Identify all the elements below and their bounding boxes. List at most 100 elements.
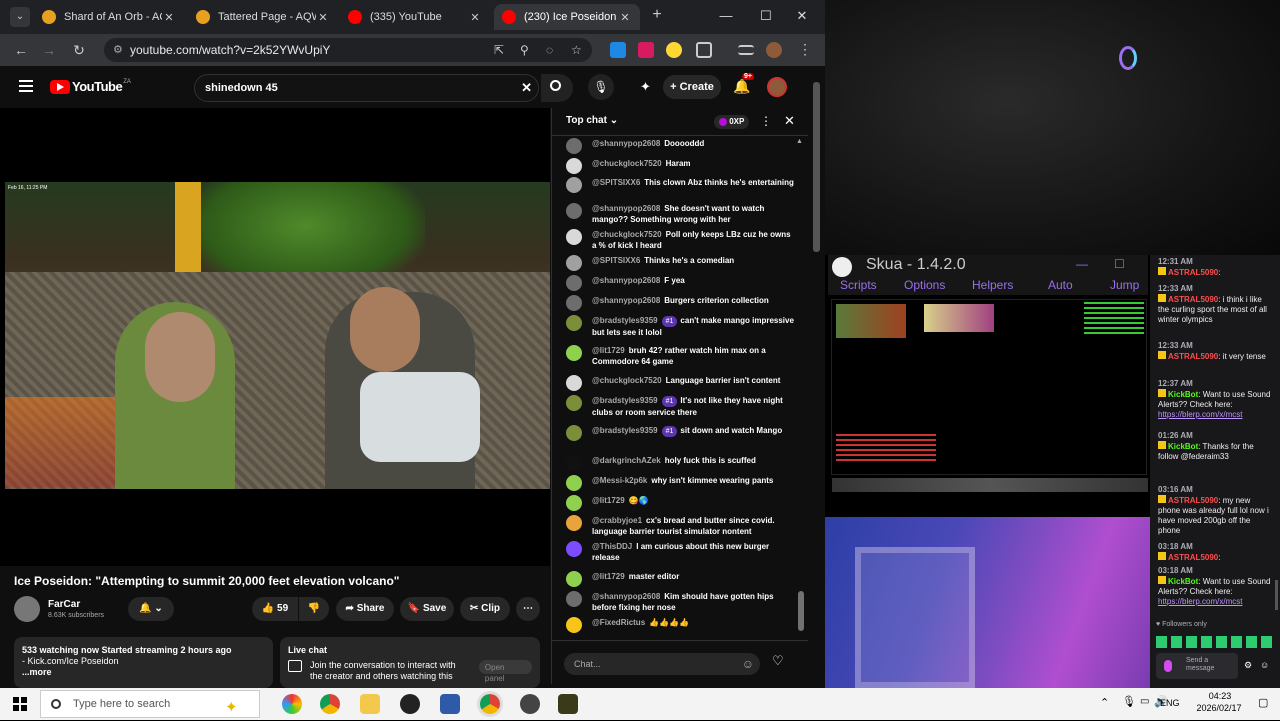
- twitch-username[interactable]: ASTRAL5090: [1168, 295, 1218, 304]
- chat-avatar[interactable]: [566, 295, 582, 311]
- tray-chevron-icon[interactable]: ⌃: [1100, 696, 1109, 709]
- chat-message[interactable]: @crabbyjoe1 cx's bread and butter since c…: [566, 515, 794, 537]
- chat-author[interactable]: @shannypop2608: [592, 139, 660, 148]
- chat-message[interactable]: @chuckglock7520 Language barrier isn't co…: [566, 375, 794, 391]
- chat-users-icon[interactable]: ☺: [1260, 660, 1269, 670]
- search-button[interactable]: [541, 74, 573, 102]
- chrome-active-icon[interactable]: [480, 694, 500, 714]
- skua-minimize-button[interactable]: —: [1076, 257, 1088, 271]
- chat-message[interactable]: @SPITSIXX6 This clown Abz thinks he's ent…: [566, 177, 794, 193]
- chat-menu-icon[interactable]: ⋮: [760, 114, 772, 128]
- chat-avatar[interactable]: [566, 455, 582, 471]
- clear-search-icon[interactable]: ✕: [521, 75, 532, 101]
- twitch-username[interactable]: KickBot: [1168, 577, 1198, 586]
- copilot-icon[interactable]: [282, 694, 302, 714]
- extension-2-icon[interactable]: [638, 42, 654, 58]
- chat-author[interactable]: @ThisDDJ: [592, 542, 632, 551]
- close-tab-icon[interactable]: ✕: [468, 11, 482, 24]
- chat-points-badge[interactable]: 0XP: [714, 115, 750, 129]
- chat-scrollbar[interactable]: [798, 591, 804, 631]
- create-button[interactable]: + Create: [663, 75, 721, 99]
- reload-button[interactable]: ↻: [70, 41, 88, 59]
- gemini-icon[interactable]: ✦: [640, 79, 651, 95]
- chat-message[interactable]: @darkgrinchAZek holy fuck this is scuffed: [566, 455, 794, 471]
- emoji-icon[interactable]: ☺: [742, 653, 754, 675]
- chat-author[interactable]: @shannypop2608: [592, 592, 660, 601]
- chat-author[interactable]: @bradstyles9359: [592, 316, 658, 325]
- file-explorer-icon[interactable]: [360, 694, 380, 714]
- tab-search-button[interactable]: ⌄: [10, 7, 30, 27]
- dislike-button[interactable]: 👎: [299, 597, 329, 621]
- chat-author[interactable]: @SPITSIXX6: [592, 178, 640, 187]
- notifications-button[interactable]: 🔔 9+: [733, 73, 754, 95]
- skua-menu-item[interactable]: Helpers: [972, 278, 1013, 292]
- taskbar-search-input[interactable]: Type here to search ✦: [40, 690, 260, 718]
- chat-avatar[interactable]: [566, 475, 582, 491]
- eye-off-icon[interactable]: ◌: [546, 38, 553, 62]
- chat-author[interactable]: @SPITSIXX6: [592, 256, 640, 265]
- chat-avatar[interactable]: [566, 315, 582, 331]
- tray-mic-icon[interactable]: 🎙: [1122, 695, 1136, 708]
- more-actions-button[interactable]: ⋯: [516, 597, 540, 621]
- subscribe-bell-button[interactable]: 🔔 ⌄: [128, 597, 174, 621]
- url-bar[interactable]: ⚙ youtube.com/watch?v=2k52YWvUpiY ⇱ ⚲ ◌ …: [104, 38, 592, 62]
- close-window-button[interactable]: ✕: [792, 8, 812, 24]
- share-button[interactable]: ➦ Share: [336, 597, 394, 621]
- chat-message[interactable]: @SPITSIXX6 Thinks he's a comedian: [566, 255, 794, 271]
- chat-message[interactable]: @chuckglock7520 Haram: [566, 158, 794, 174]
- chat-author[interactable]: @shannypop2608: [592, 296, 660, 305]
- twitch-username[interactable]: ASTRAL5090: [1168, 352, 1218, 361]
- chat-avatar[interactable]: [566, 375, 582, 391]
- obs-icon[interactable]: [400, 694, 420, 714]
- chat-message-list[interactable]: @shannypop2608 Dooooddd @chuckglock7520 Har…: [552, 136, 808, 640]
- chrome-icon[interactable]: [320, 694, 340, 714]
- chat-avatar[interactable]: [566, 203, 582, 219]
- chat-author[interactable]: @Messi-k2p6k: [592, 476, 647, 485]
- twitch-message-input[interactable]: Send a message: [1156, 653, 1238, 679]
- chat-avatar[interactable]: [566, 345, 582, 361]
- twitch-username[interactable]: ASTRAL5090: [1168, 496, 1218, 505]
- chat-author[interactable]: @FixedRictus: [592, 618, 645, 627]
- game-viewport[interactable]: [831, 299, 1148, 492]
- hamburger-menu-icon[interactable]: [19, 80, 33, 92]
- chat-message[interactable]: @chuckglock7520 Poll only keeps LBz cuz h…: [566, 229, 794, 251]
- skua-menu-item[interactable]: Scripts: [840, 278, 877, 292]
- site-info-icon[interactable]: ⚙: [113, 38, 123, 62]
- skua-menu-item[interactable]: Options: [904, 278, 945, 292]
- chat-author[interactable]: @crabbyjoe1: [592, 516, 642, 525]
- chat-mode-dropdown[interactable]: Top chat ⌄: [566, 115, 618, 126]
- chat-scroll-up-icon[interactable]: ▲: [796, 138, 803, 145]
- heart-button[interactable]: ♡: [772, 653, 784, 669]
- close-chat-button[interactable]: ✕: [784, 113, 795, 129]
- forward-button[interactable]: →: [40, 41, 58, 59]
- twitch-username[interactable]: KickBot: [1168, 442, 1198, 451]
- star-icon[interactable]: ☆: [571, 38, 582, 62]
- account-avatar[interactable]: [767, 77, 787, 97]
- extensions-puzzle-icon[interactable]: [696, 42, 712, 58]
- clock-date[interactable]: 2026/02/17: [1186, 703, 1252, 713]
- chat-avatar[interactable]: [566, 158, 582, 174]
- tab-3[interactable]: (335) YouTube ✕: [340, 4, 490, 30]
- zoom-icon[interactable]: ⚲: [520, 38, 529, 62]
- back-button[interactable]: ←: [12, 41, 30, 59]
- chat-message[interactable]: @lit1729 master editor: [566, 571, 794, 587]
- chat-author[interactable]: @chuckglock7520: [592, 376, 662, 385]
- chat-author[interactable]: @lit1729: [592, 496, 625, 505]
- close-tab-icon[interactable]: ✕: [618, 11, 632, 24]
- chat-author[interactable]: @bradstyles9359: [592, 396, 658, 405]
- language-indicator[interactable]: ENG: [1160, 698, 1180, 708]
- app-icon[interactable]: [440, 694, 460, 714]
- channel-name[interactable]: FarCar: [48, 599, 80, 610]
- new-tab-button[interactable]: +: [648, 6, 666, 24]
- aqw-taskbar-icon[interactable]: [558, 694, 578, 714]
- skill-bar[interactable]: [832, 478, 1148, 492]
- chat-avatar[interactable]: [566, 617, 582, 633]
- skua-taskbar-icon[interactable]: [520, 694, 540, 714]
- youtube-logo[interactable]: YouTube ZA: [50, 79, 131, 94]
- chat-avatar[interactable]: [566, 177, 582, 193]
- chat-avatar[interactable]: [566, 255, 582, 271]
- twitch-username[interactable]: ASTRAL5090: [1168, 553, 1218, 562]
- chat-author[interactable]: @darkgrinchAZek: [592, 456, 661, 465]
- chat-avatar[interactable]: [566, 138, 582, 154]
- chat-message[interactable]: @lit1729 bruh 42? rather watch him max on…: [566, 345, 794, 367]
